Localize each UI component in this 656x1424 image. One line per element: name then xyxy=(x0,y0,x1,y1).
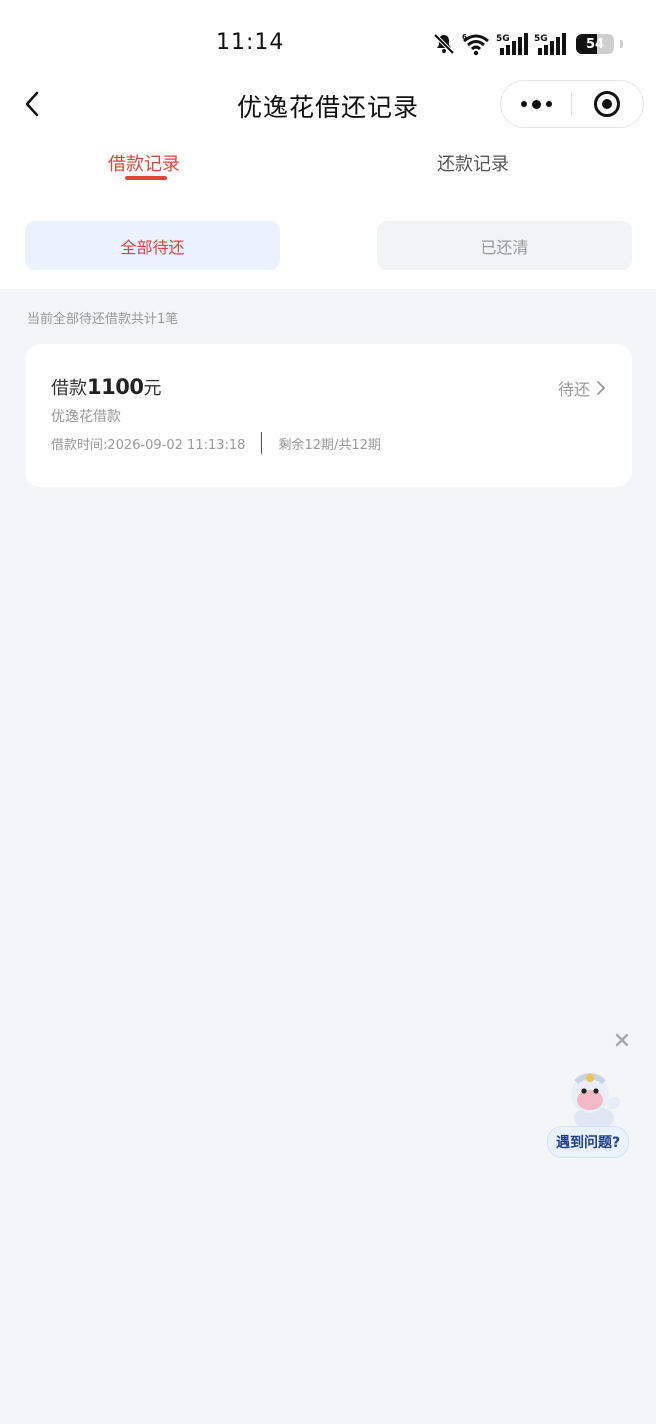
loan-amount: 1100 xyxy=(87,375,144,399)
tab-borrow-records[interactable]: 借款记录 xyxy=(108,150,180,176)
battery-level: 54 xyxy=(585,36,605,52)
status-time: 11:14 xyxy=(216,30,285,55)
loan-time: 借款时间:2026-09-02 11:13:18 xyxy=(51,437,246,453)
close-miniprogram-button[interactable] xyxy=(572,81,642,127)
loan-status-label: 待还 xyxy=(557,380,590,399)
status-bar: 11:14 6 5G 5G 54 xyxy=(0,0,656,88)
svg-text:5G: 5G xyxy=(534,34,548,44)
filter-cleared[interactable]: 已还清 xyxy=(377,221,632,270)
chevron-right-icon xyxy=(597,381,605,395)
target-icon xyxy=(594,91,620,117)
svg-text:5G: 5G xyxy=(496,34,510,44)
tab-repay-records[interactable]: 还款记录 xyxy=(437,150,509,176)
close-icon xyxy=(615,1033,629,1047)
wifi-icon: 6 xyxy=(462,33,489,56)
loan-title: 借款 1100 元 xyxy=(51,374,161,400)
more-dots-icon xyxy=(545,101,552,107)
close-helper-button[interactable] xyxy=(612,1030,632,1050)
loan-periods: 剩余12期/共12期 xyxy=(278,437,381,453)
pending-summary: 当前全部待还借款共计1笔 xyxy=(27,312,179,327)
signal-5g-icon: 5G xyxy=(496,33,528,55)
status-icons: 6 5G 5G 54 xyxy=(432,30,623,58)
loan-prefix: 借款 xyxy=(51,378,87,399)
loan-product: 优逸花借款 xyxy=(51,409,121,425)
loan-card[interactable]: 借款 1100 元 待还 优逸花借款 借款时间:2026-09-02 11:13… xyxy=(25,344,632,487)
loan-meta: 借款时间:2026-09-02 11:13:18 剩余12期/共12期 xyxy=(51,432,381,454)
mini-program-capsule xyxy=(500,80,644,128)
more-dots-icon xyxy=(520,101,527,107)
loan-status[interactable]: 待还 xyxy=(558,376,606,400)
mute-bell-icon xyxy=(433,33,455,55)
svg-text:6: 6 xyxy=(462,33,467,41)
help-button[interactable]: 遇到问题? xyxy=(547,1126,630,1158)
loan-unit: 元 xyxy=(143,378,162,399)
signal-5g-icon: 5G xyxy=(534,33,566,55)
filter-all-pending[interactable]: 全部待还 xyxy=(25,221,280,270)
mascot-icon xyxy=(571,1073,621,1130)
active-tab-indicator xyxy=(125,176,167,180)
battery-tip xyxy=(620,40,623,48)
battery-icon: 54 xyxy=(576,34,614,54)
more-dots-icon xyxy=(531,99,541,109)
meta-divider xyxy=(261,432,263,454)
more-button[interactable] xyxy=(501,81,571,127)
